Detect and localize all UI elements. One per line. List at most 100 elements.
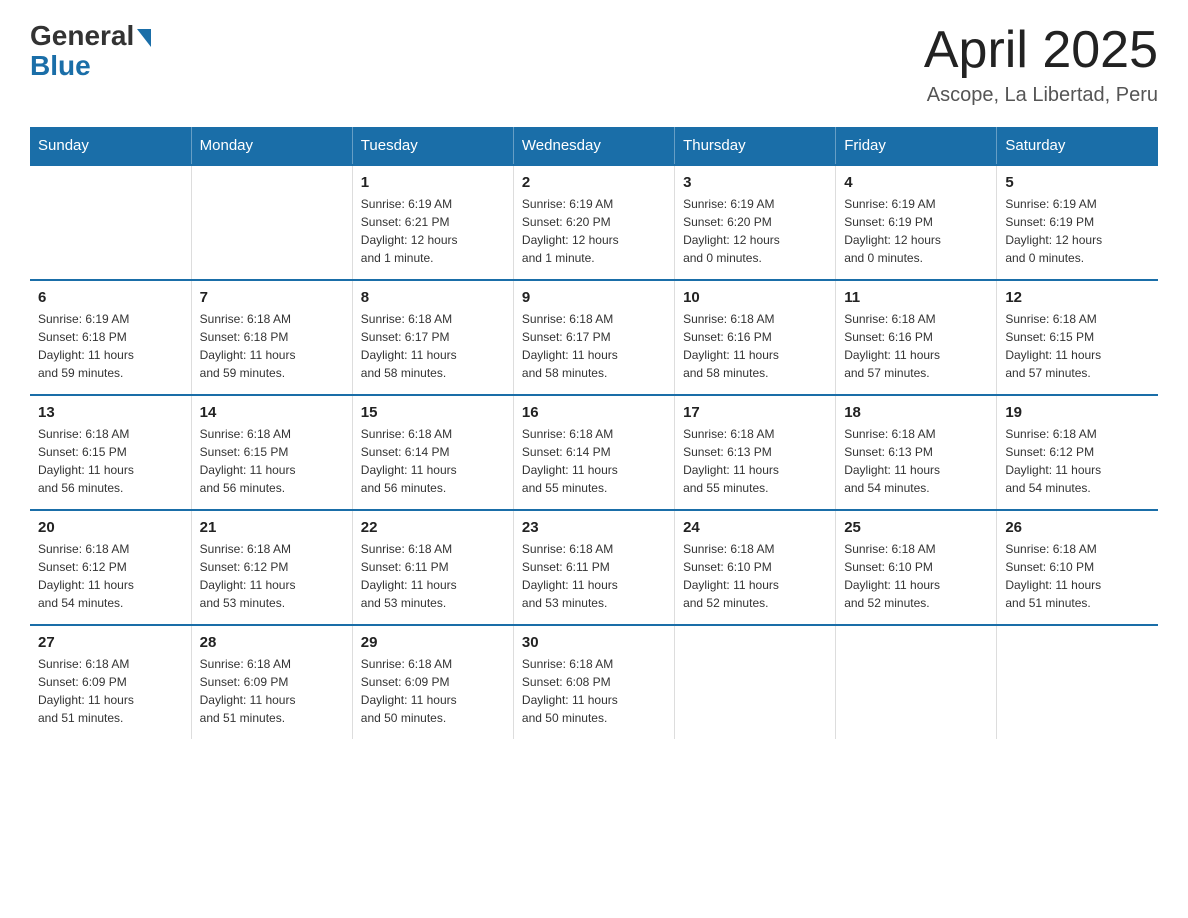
calendar-day-9: 9 Sunrise: 6:18 AM Sunset: 6:17 PM Daylig… [513,280,674,395]
day-number: 22 [361,519,505,536]
day-info: Sunrise: 6:18 AM Sunset: 6:11 PM Dayligh… [361,540,505,612]
day-info: Sunrise: 6:18 AM Sunset: 6:11 PM Dayligh… [522,540,666,612]
day-number: 9 [522,289,666,306]
calendar-day-18: 18Sunrise: 6:18 AM Sunset: 6:13 PM Dayli… [836,395,997,510]
day-number: 14 [200,404,344,421]
day-number: 17 [683,404,827,421]
calendar-day-28: 28 Sunrise: 6:18 AM Sunset: 6:09 PM Dayli… [191,625,352,739]
calendar-week-row: 1 Sunrise: 6:19 AM Sunset: 6:21 PM Daylig… [30,165,1158,280]
calendar-week-row: 20 Sunrise: 6:18 AM Sunset: 6:12 PM Dayli… [30,510,1158,625]
calendar-empty-cell [675,625,836,739]
day-info: Sunrise: 6:19 AM Sunset: 6:19 PM Dayligh… [1005,195,1150,267]
calendar-header-tuesday: Tuesday [352,127,513,165]
day-info: Sunrise: 6:19 AM Sunset: 6:20 PM Dayligh… [522,195,666,267]
calendar-day-15: 15 Sunrise: 6:18 AM Sunset: 6:14 PM Dayli… [352,395,513,510]
day-number: 21 [200,519,344,536]
calendar-day-22: 22 Sunrise: 6:18 AM Sunset: 6:11 PM Dayli… [352,510,513,625]
day-number: 15 [361,404,505,421]
calendar-day-27: 27 Sunrise: 6:18 AM Sunset: 6:09 PM Dayli… [30,625,191,739]
day-number: 2 [522,174,666,191]
day-info: Sunrise: 6:18 AM Sunset: 6:13 PM Dayligh… [683,425,827,497]
day-number: 7 [200,289,344,306]
calendar-day-29: 29 Sunrise: 6:18 AM Sunset: 6:09 PM Dayli… [352,625,513,739]
calendar-header-wednesday: Wednesday [513,127,674,165]
day-info: Sunrise: 6:18 AM Sunset: 6:15 PM Dayligh… [38,425,183,497]
day-info: Sunrise: 6:18 AM Sunset: 6:14 PM Dayligh… [361,425,505,497]
day-number: 29 [361,634,505,651]
day-number: 16 [522,404,666,421]
calendar-day-10: 10Sunrise: 6:18 AM Sunset: 6:16 PM Dayli… [675,280,836,395]
day-info: Sunrise: 6:19 AM Sunset: 6:20 PM Dayligh… [683,195,827,267]
day-info: Sunrise: 6:18 AM Sunset: 6:09 PM Dayligh… [38,655,183,727]
day-info: Sunrise: 6:18 AM Sunset: 6:08 PM Dayligh… [522,655,666,727]
day-number: 19 [1005,404,1150,421]
day-number: 1 [361,174,505,191]
calendar-day-13: 13 Sunrise: 6:18 AM Sunset: 6:15 PM Dayli… [30,395,191,510]
day-number: 5 [1005,174,1150,191]
day-number: 25 [844,519,988,536]
calendar-week-row: 27 Sunrise: 6:18 AM Sunset: 6:09 PM Dayli… [30,625,1158,739]
day-info: Sunrise: 6:19 AM Sunset: 6:18 PM Dayligh… [38,310,183,382]
location-text: Ascope, La Libertad, Peru [924,84,1158,107]
calendar-day-5: 5 Sunrise: 6:19 AM Sunset: 6:19 PM Daylig… [997,165,1158,280]
calendar-day-6: 6 Sunrise: 6:19 AM Sunset: 6:18 PM Daylig… [30,280,191,395]
day-number: 20 [38,519,183,536]
day-info: Sunrise: 6:18 AM Sunset: 6:16 PM Dayligh… [844,310,988,382]
day-info: Sunrise: 6:18 AM Sunset: 6:12 PM Dayligh… [1005,425,1150,497]
day-info: Sunrise: 6:18 AM Sunset: 6:10 PM Dayligh… [844,540,988,612]
day-info: Sunrise: 6:18 AM Sunset: 6:16 PM Dayligh… [683,310,827,382]
calendar-day-16: 16Sunrise: 6:18 AM Sunset: 6:14 PM Dayli… [513,395,674,510]
calendar-empty-cell [191,165,352,280]
title-section: April 2025 Ascope, La Libertad, Peru [924,20,1158,107]
calendar-header-friday: Friday [836,127,997,165]
calendar-empty-cell [997,625,1158,739]
logo-arrow-icon [137,29,151,47]
month-title: April 2025 [924,20,1158,80]
calendar-day-7: 7 Sunrise: 6:18 AM Sunset: 6:18 PM Daylig… [191,280,352,395]
calendar-header-saturday: Saturday [997,127,1158,165]
calendar-day-24: 24 Sunrise: 6:18 AM Sunset: 6:10 PM Dayli… [675,510,836,625]
day-info: Sunrise: 6:18 AM Sunset: 6:10 PM Dayligh… [683,540,827,612]
calendar-day-1: 1 Sunrise: 6:19 AM Sunset: 6:21 PM Daylig… [352,165,513,280]
calendar-day-20: 20 Sunrise: 6:18 AM Sunset: 6:12 PM Dayli… [30,510,191,625]
calendar-day-3: 3Sunrise: 6:19 AM Sunset: 6:20 PM Daylig… [675,165,836,280]
day-info: Sunrise: 6:19 AM Sunset: 6:21 PM Dayligh… [361,195,505,267]
logo-blue-text: Blue [30,50,91,82]
calendar-day-11: 11 Sunrise: 6:18 AM Sunset: 6:16 PM Dayli… [836,280,997,395]
calendar-day-26: 26Sunrise: 6:18 AM Sunset: 6:10 PM Dayli… [997,510,1158,625]
calendar-day-4: 4 Sunrise: 6:19 AM Sunset: 6:19 PM Daylig… [836,165,997,280]
calendar-day-8: 8Sunrise: 6:18 AM Sunset: 6:17 PM Daylig… [352,280,513,395]
day-info: Sunrise: 6:18 AM Sunset: 6:09 PM Dayligh… [361,655,505,727]
day-number: 28 [200,634,344,651]
day-info: Sunrise: 6:18 AM Sunset: 6:12 PM Dayligh… [200,540,344,612]
calendar-day-25: 25 Sunrise: 6:18 AM Sunset: 6:10 PM Dayli… [836,510,997,625]
day-info: Sunrise: 6:18 AM Sunset: 6:15 PM Dayligh… [1005,310,1150,382]
calendar-empty-cell [836,625,997,739]
calendar-table: SundayMondayTuesdayWednesdayThursdayFrid… [30,127,1158,739]
day-info: Sunrise: 6:18 AM Sunset: 6:18 PM Dayligh… [200,310,344,382]
calendar-day-12: 12Sunrise: 6:18 AM Sunset: 6:15 PM Dayli… [997,280,1158,395]
day-number: 6 [38,289,183,306]
calendar-header-thursday: Thursday [675,127,836,165]
day-number: 24 [683,519,827,536]
day-number: 13 [38,404,183,421]
calendar-day-30: 30 Sunrise: 6:18 AM Sunset: 6:08 PM Dayli… [513,625,674,739]
calendar-week-row: 13 Sunrise: 6:18 AM Sunset: 6:15 PM Dayli… [30,395,1158,510]
day-info: Sunrise: 6:18 AM Sunset: 6:17 PM Dayligh… [361,310,505,382]
day-number: 4 [844,174,988,191]
day-number: 11 [844,289,988,306]
day-number: 30 [522,634,666,651]
day-info: Sunrise: 6:18 AM Sunset: 6:17 PM Dayligh… [522,310,666,382]
day-number: 23 [522,519,666,536]
calendar-week-row: 6 Sunrise: 6:19 AM Sunset: 6:18 PM Daylig… [30,280,1158,395]
day-info: Sunrise: 6:19 AM Sunset: 6:19 PM Dayligh… [844,195,988,267]
calendar-day-23: 23 Sunrise: 6:18 AM Sunset: 6:11 PM Dayli… [513,510,674,625]
calendar-day-2: 2 Sunrise: 6:19 AM Sunset: 6:20 PM Daylig… [513,165,674,280]
day-number: 18 [844,404,988,421]
calendar-header-sunday: Sunday [30,127,191,165]
day-number: 27 [38,634,183,651]
logo: General Blue [30,20,151,82]
day-info: Sunrise: 6:18 AM Sunset: 6:12 PM Dayligh… [38,540,183,612]
day-info: Sunrise: 6:18 AM Sunset: 6:15 PM Dayligh… [200,425,344,497]
day-info: Sunrise: 6:18 AM Sunset: 6:09 PM Dayligh… [200,655,344,727]
